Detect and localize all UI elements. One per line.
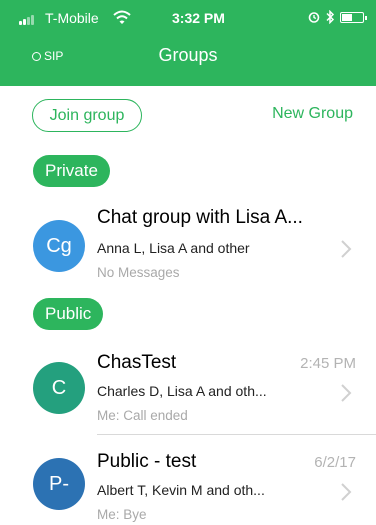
group-last-time: 2:45 PM [300,355,356,372]
private-section-label: Private [33,155,110,187]
avatar-initials: Cg [46,234,72,257]
chevron-right-icon [341,240,352,258]
group-members: Charles D, Lisa A and oth... [97,383,267,399]
group-name: Public - test [97,451,197,472]
group-members: Albert T, Kevin M and oth... [97,482,265,498]
chevron-right-icon [341,483,352,501]
status-time: 3:32 PM [172,10,225,26]
avatar-initials: P- [49,472,69,495]
battery-icon [340,12,367,23]
group-last-message: No Messages [97,265,180,280]
avatar-initials: C [51,376,67,399]
group-last-message: Me: Call ended [97,408,188,423]
wifi-icon [113,10,131,24]
group-name: Chat group with Lisa A... [97,207,303,228]
carrier-name: T-Mobile [45,10,99,26]
group-members: Anna L, Lisa A and other [97,240,250,256]
app-header: T-Mobile 3:32 PM SIP Groups [0,0,376,86]
page-title: Groups [158,45,218,65]
group-avatar: P- [33,458,85,510]
group-avatar: C [33,362,85,414]
group-row-public-0[interactable]: C ChasTest 2:45 PM Charles D, Lisa A and… [0,338,376,435]
group-row-private-0[interactable]: Cg Chat group with Lisa A... Anna L, Lis… [0,195,376,285]
group-row-public-1[interactable]: P- Public - test 6/2/17 Albert T, Kevin … [0,436,376,525]
join-group-button[interactable]: Join group [32,99,142,132]
new-group-button[interactable]: New Group [272,105,353,123]
row-divider [97,434,376,435]
group-avatar: Cg [33,220,85,272]
bluetooth-icon [326,10,335,24]
chevron-right-icon [341,384,352,402]
signal-icon [19,13,43,25]
alarm-icon [308,12,320,23]
group-name: ChasTest [97,352,177,373]
group-last-message: Me: Bye [97,507,147,522]
public-section-label: Public [33,298,104,330]
group-last-time: 6/2/17 [314,454,356,471]
status-bar: T-Mobile 3:32 PM [0,0,376,38]
